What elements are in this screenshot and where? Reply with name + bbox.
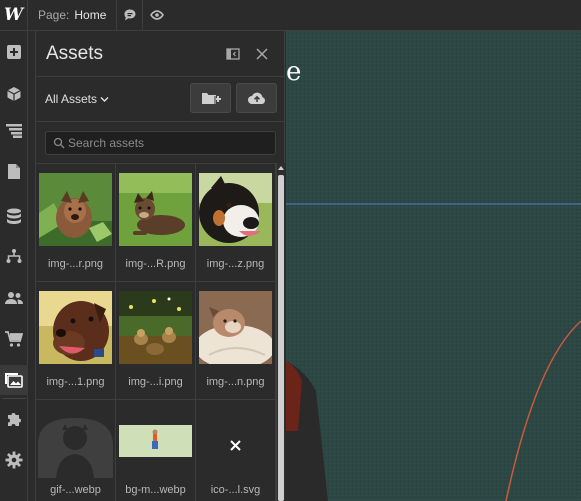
asset-thumbnail [39, 291, 112, 364]
settings-button[interactable] [0, 445, 28, 475]
cart-icon [5, 331, 23, 347]
canvas-artwork [286, 31, 581, 501]
cube-icon [7, 87, 21, 101]
panel-title: Assets [46, 43, 104, 64]
assets-button[interactable] [0, 365, 28, 395]
navigator-icon [6, 124, 22, 138]
asset-filename: img-...r.png [47, 258, 104, 270]
asset-thumbnail [199, 409, 272, 482]
add-panel-button[interactable] [0, 37, 28, 67]
eye-icon [150, 10, 165, 20]
asset-thumbnail [119, 173, 192, 246]
search-input[interactable] [68, 132, 268, 154]
asset-filter-dropdown[interactable]: All Assets [45, 92, 109, 106]
upload-button[interactable] [236, 83, 277, 113]
asset-thumbnail [119, 425, 192, 457]
search-field[interactable] [45, 131, 276, 155]
flow-icon [6, 249, 22, 263]
asset-thumbnail [199, 173, 272, 246]
preview-button[interactable] [143, 0, 171, 31]
pages-button[interactable] [0, 156, 28, 186]
gear-icon [5, 451, 23, 469]
asset-thumbnail [199, 291, 272, 364]
asset-card[interactable]: bg-m...webp [116, 400, 196, 501]
dock-panel-icon[interactable] [226, 47, 240, 61]
asset-filename: img-...z.png [206, 258, 265, 270]
canvas-heading-fragment: e [286, 57, 302, 87]
asset-thumbnail [39, 173, 112, 246]
logic-button[interactable] [0, 241, 28, 271]
page-icon [8, 163, 20, 179]
asset-scrollbar[interactable] [276, 163, 285, 501]
asset-card[interactable]: img-...n.png [196, 282, 276, 400]
asset-thumbnail [119, 291, 192, 364]
asset-filename: img-...n.png [206, 376, 265, 388]
chevron-down-icon [100, 96, 109, 102]
left-toolbar [0, 31, 28, 501]
top-bar: W Page: Home [0, 0, 581, 31]
scroll-up-arrow-icon[interactable] [277, 163, 285, 173]
asset-card[interactable]: img-...z.png [196, 164, 276, 282]
search-icon [53, 137, 65, 149]
database-icon [7, 208, 21, 224]
webflow-logo[interactable]: W [0, 0, 28, 31]
assets-icon [5, 372, 23, 388]
cms-button[interactable] [0, 201, 28, 231]
asset-filename: img-...i.png [128, 376, 183, 388]
asset-card[interactable]: img-...R.png [116, 164, 196, 282]
asset-card[interactable]: img-...i.png [116, 282, 196, 400]
users-button[interactable] [0, 283, 28, 313]
comments-button[interactable] [117, 0, 144, 31]
components-button[interactable] [0, 79, 28, 109]
apps-button[interactable] [0, 404, 28, 434]
asset-filter-label: All Assets [45, 92, 98, 106]
panel-toolbar: All Assets [36, 77, 285, 122]
asset-filename: gif-...webp [50, 484, 101, 496]
page-selector-value: Home [74, 8, 107, 22]
panel-header: Assets [36, 31, 285, 77]
asset-card[interactable]: img-...1.png [36, 282, 116, 400]
close-icon[interactable] [255, 47, 269, 61]
toolbar-divider [2, 398, 26, 399]
asset-filename: ico-...l.svg [210, 484, 261, 496]
page-selector-label: Page: [38, 8, 70, 22]
add-icon [7, 45, 21, 59]
puzzle-icon [8, 413, 21, 426]
asset-filename: bg-m...webp [125, 484, 186, 496]
asset-card[interactable]: img-...r.png [36, 164, 116, 282]
navigator-button[interactable] [0, 116, 28, 146]
folder-add-icon [201, 92, 221, 104]
asset-card[interactable]: ico-...l.svg [196, 400, 276, 501]
page-selector[interactable]: Page: Home [28, 0, 118, 31]
comment-icon [124, 9, 136, 21]
asset-card[interactable]: gif-...webp [36, 400, 116, 501]
asset-grid: img-...r.png img-...R.png img-...z.png i… [36, 163, 276, 501]
asset-thumbnail [38, 418, 113, 491]
asset-filename: img-...R.png [125, 258, 186, 270]
cloud-upload-icon [247, 92, 265, 104]
scrollbar-thumb[interactable] [278, 175, 284, 501]
users-icon [5, 292, 23, 304]
design-canvas[interactable]: e [286, 31, 581, 501]
new-folder-button[interactable] [190, 83, 231, 113]
asset-filename: img-...1.png [46, 376, 105, 388]
assets-panel: Assets All Assets img-...r.png [35, 31, 285, 501]
ecommerce-button[interactable] [0, 324, 28, 354]
